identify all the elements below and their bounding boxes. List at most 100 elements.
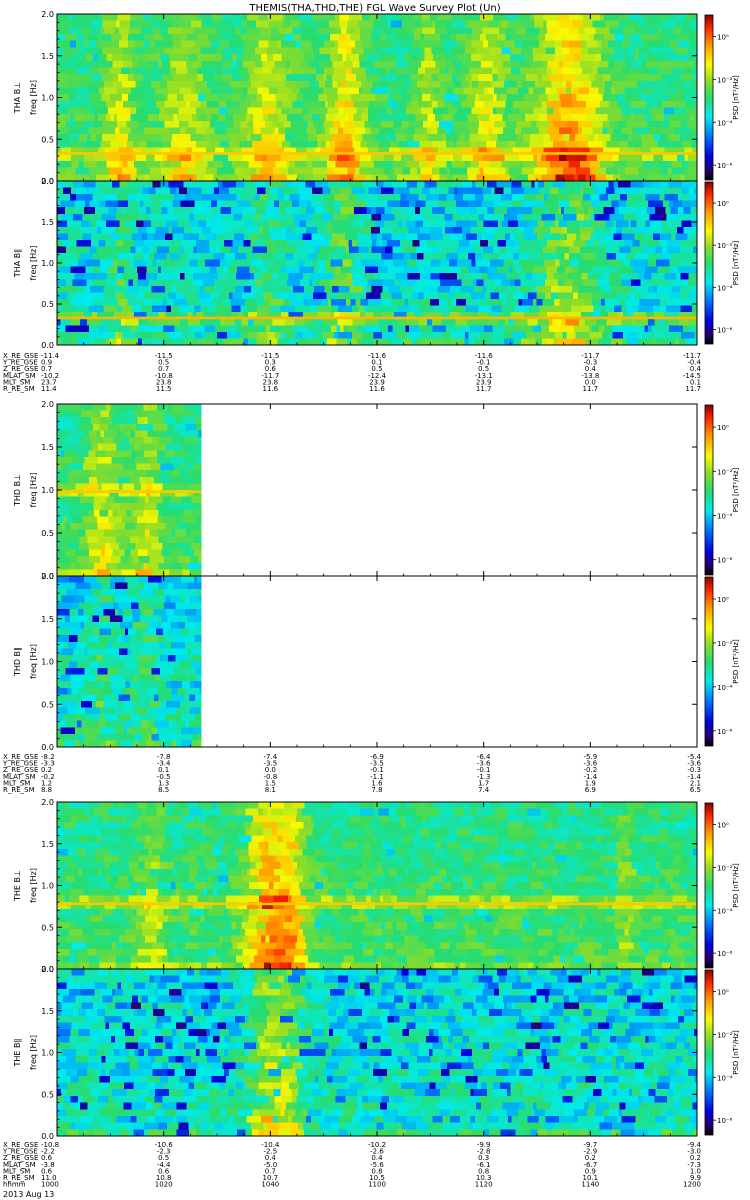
freq-axis-label: freq [Hz]	[29, 246, 38, 281]
colorbar-label: PSD [nT²/Hz]	[732, 639, 740, 684]
spectrogram-panel: 0.00.51.01.52.0THD B⊥ freq [Hz]	[13, 400, 698, 581]
orbit-value: 8.5	[158, 786, 169, 794]
narrowband-line	[57, 902, 697, 906]
panel-label: THE B⊥	[13, 870, 22, 902]
plot-layer: 0.0 0.5 1.0 1.5 2.0 THA B⊥ freq [Hz] 10⁰ 10⁻² 10⁻…	[2, 10, 740, 1189]
colorbar-label: PSD [nT²/Hz]	[732, 467, 740, 512]
narrowband-line	[57, 316, 697, 320]
orbit-value: 11.7	[583, 385, 599, 393]
panel-label: THD B⊥	[13, 474, 22, 507]
freq-axis-label: freq [Hz]	[29, 868, 38, 903]
orbit-row-label: hhmm	[3, 1181, 26, 1189]
narrowband-line	[57, 152, 697, 155]
freq-axis-label: freq [Hz]	[29, 644, 38, 679]
y-tick-label: 1.5	[41, 443, 54, 452]
panel-label: THA B⊥	[13, 82, 22, 114]
orbit-value: 1120	[475, 1181, 493, 1189]
colorbar-tick-label: 10⁻²	[717, 76, 733, 84]
colorbar-tick-label: 10⁻⁴	[717, 907, 733, 915]
wave-survey-figure: THEMIS(THA,THD,THE) FGL Wave Survey Plot…	[2, 3, 740, 1199]
y-tick-label: 2.0	[41, 400, 54, 409]
colorbar-tick-label: 10⁻⁴	[717, 1074, 733, 1082]
colorbar-tick-label: 10⁻²	[717, 640, 733, 648]
y-tick-label: 0.5	[41, 300, 54, 309]
orbit-value: 11.5	[156, 385, 172, 393]
orbit-value: 11.6	[369, 385, 385, 393]
spectrogram-panel: 0.0 0.5 1.0 1.5 2.0 THE B∥ freq [Hz]	[13, 965, 698, 1141]
y-tick-label: 1.5	[41, 615, 54, 624]
orbit-value: 1020	[155, 1181, 173, 1189]
panel-label: THD B∥	[13, 647, 22, 677]
y-tick-label: 0.0	[41, 743, 54, 752]
figure-title: THEMIS(THA,THD,THE) FGL Wave Survey Plot…	[248, 3, 500, 14]
y-tick-label: 2.0	[41, 965, 54, 974]
colorbar-label: PSD [nT²/Hz]	[732, 1030, 740, 1075]
y-tick-label: 1.0	[41, 1049, 54, 1058]
y-tick-label: 1.5	[41, 840, 54, 849]
panel-label: THE B∥	[13, 1039, 22, 1068]
y-tick-label: 1.0	[41, 259, 54, 268]
narrowband-line	[57, 490, 201, 494]
orbit-row-label: R_RE_SM	[3, 786, 35, 794]
colorbar-label: PSD [nT²/Hz]	[732, 863, 740, 908]
orbit-value: 11.4	[41, 385, 57, 393]
orbit-table: X_RE_GSE -8.2 -7.8 -7.4 -6.9 -6.4 -5.9 -5.4Y_RE…	[2, 753, 702, 794]
orbit-value: 1000	[41, 1181, 59, 1189]
colorbar-label: PSD [nT²/Hz]	[732, 75, 740, 120]
spectrogram-panel: 0.0 0.5 1.0 1.5 2.0 THA B∥ freq [Hz]	[13, 177, 698, 350]
y-tick-label: 1.0	[41, 486, 54, 495]
colorbar-tick-label: 10⁻⁴	[717, 284, 733, 292]
orbit-value: 11.7	[476, 385, 492, 393]
orbit-value: 7.8	[371, 786, 382, 794]
orbit-value: 11.7	[685, 385, 701, 393]
colorbar: 10⁰ 10⁻² 10⁻⁴ 10⁻⁶ PSD [nT²/Hz]	[704, 969, 740, 1136]
colorbar-tick-label: 10⁻⁶	[717, 950, 733, 958]
colorbar-tick-label: 10⁰	[717, 33, 729, 41]
colorbar-tick-label: 10⁰	[717, 596, 729, 604]
y-tick-label: 2.0	[41, 10, 54, 19]
y-tick-label: 2.0	[41, 798, 54, 807]
colorbar-tick-label: 10⁻²	[717, 242, 733, 250]
orbit-value: 8.1	[265, 786, 276, 794]
colorbar-tick-label: 10⁰	[717, 821, 729, 829]
y-tick-label: 0.5	[41, 1090, 54, 1099]
colorbar-label: PSD [nT²/Hz]	[732, 240, 740, 285]
freq-axis-label: freq [Hz]	[29, 473, 38, 508]
colorbar-tick-label: 10⁻²	[717, 1031, 733, 1039]
colorbar-tick-label: 10⁻⁴	[717, 684, 733, 692]
spectrogram-panel: 0.00.51.01.52.0THE B⊥ freq [Hz]	[13, 798, 698, 974]
orbit-table: X_RE_GSE -11.4 -11.5 -11.5 -11.6 -11.6 -11.7 -1…	[2, 352, 702, 393]
y-tick-label: 1.0	[41, 658, 54, 667]
y-tick-label: 0.0	[41, 341, 54, 350]
colorbar-tick-label: 10⁻⁶	[717, 1117, 733, 1125]
y-tick-label: 1.0	[41, 94, 54, 103]
orbit-value: 1100	[368, 1181, 386, 1189]
y-tick-label: 1.5	[41, 52, 54, 61]
colorbar-tick-label: 10⁻⁶	[717, 326, 733, 334]
date-label: 2013 Aug 13	[3, 1190, 54, 1199]
spectrogram-panel: 0.0 0.5 1.0 1.5 2.0 THD B∥ freq [Hz]	[13, 572, 698, 752]
orbit-value: 1040	[261, 1181, 279, 1189]
freq-axis-label: freq [Hz]	[29, 80, 38, 115]
y-tick-label: 0.5	[41, 529, 54, 538]
colorbar-tick-label: 10⁰	[717, 424, 729, 432]
colorbar-tick-label: 10⁻⁶	[717, 728, 733, 736]
y-tick-label: 1.5	[41, 218, 54, 227]
colorbar-tick-label: 10⁰	[717, 200, 729, 208]
orbit-table: X_RE_GSE -10.8 -10.6 -10.4 -10.2 -9.9 -9.7 -9.4…	[2, 1141, 702, 1189]
orbit-value: 6.9	[585, 786, 596, 794]
orbit-value: 1140	[581, 1181, 599, 1189]
y-tick-label: 1.5	[41, 1007, 54, 1016]
orbit-value: 8.8	[41, 786, 52, 794]
colorbar: 10⁰ 10⁻² 10⁻⁴ 10⁻⁶ PSD [nT²/Hz]	[704, 404, 740, 576]
colorbar: 10⁰ 10⁻² 10⁻⁴ 10⁻⁶ PSD [nT²/Hz]	[704, 181, 740, 345]
y-tick-label: 2.0	[41, 177, 54, 186]
orbit-value: 7.4	[478, 786, 490, 794]
colorbar-tick-label: 10⁻²	[717, 864, 733, 872]
orbit-row-label: R_RE_SM	[3, 385, 35, 393]
y-tick-label: 0.5	[41, 135, 54, 144]
colorbar: 10⁰ 10⁻² 10⁻⁴ 10⁻⁶ PSD [nT²/Hz]	[704, 802, 740, 969]
colorbar: 10⁰ 10⁻² 10⁻⁴ 10⁻⁶ PSD [nT²/Hz]	[704, 14, 740, 181]
y-tick-label: 1.0	[41, 882, 54, 891]
colorbar: 10⁰ 10⁻² 10⁻⁴ 10⁻⁶ PSD [nT²/Hz]	[704, 576, 740, 747]
